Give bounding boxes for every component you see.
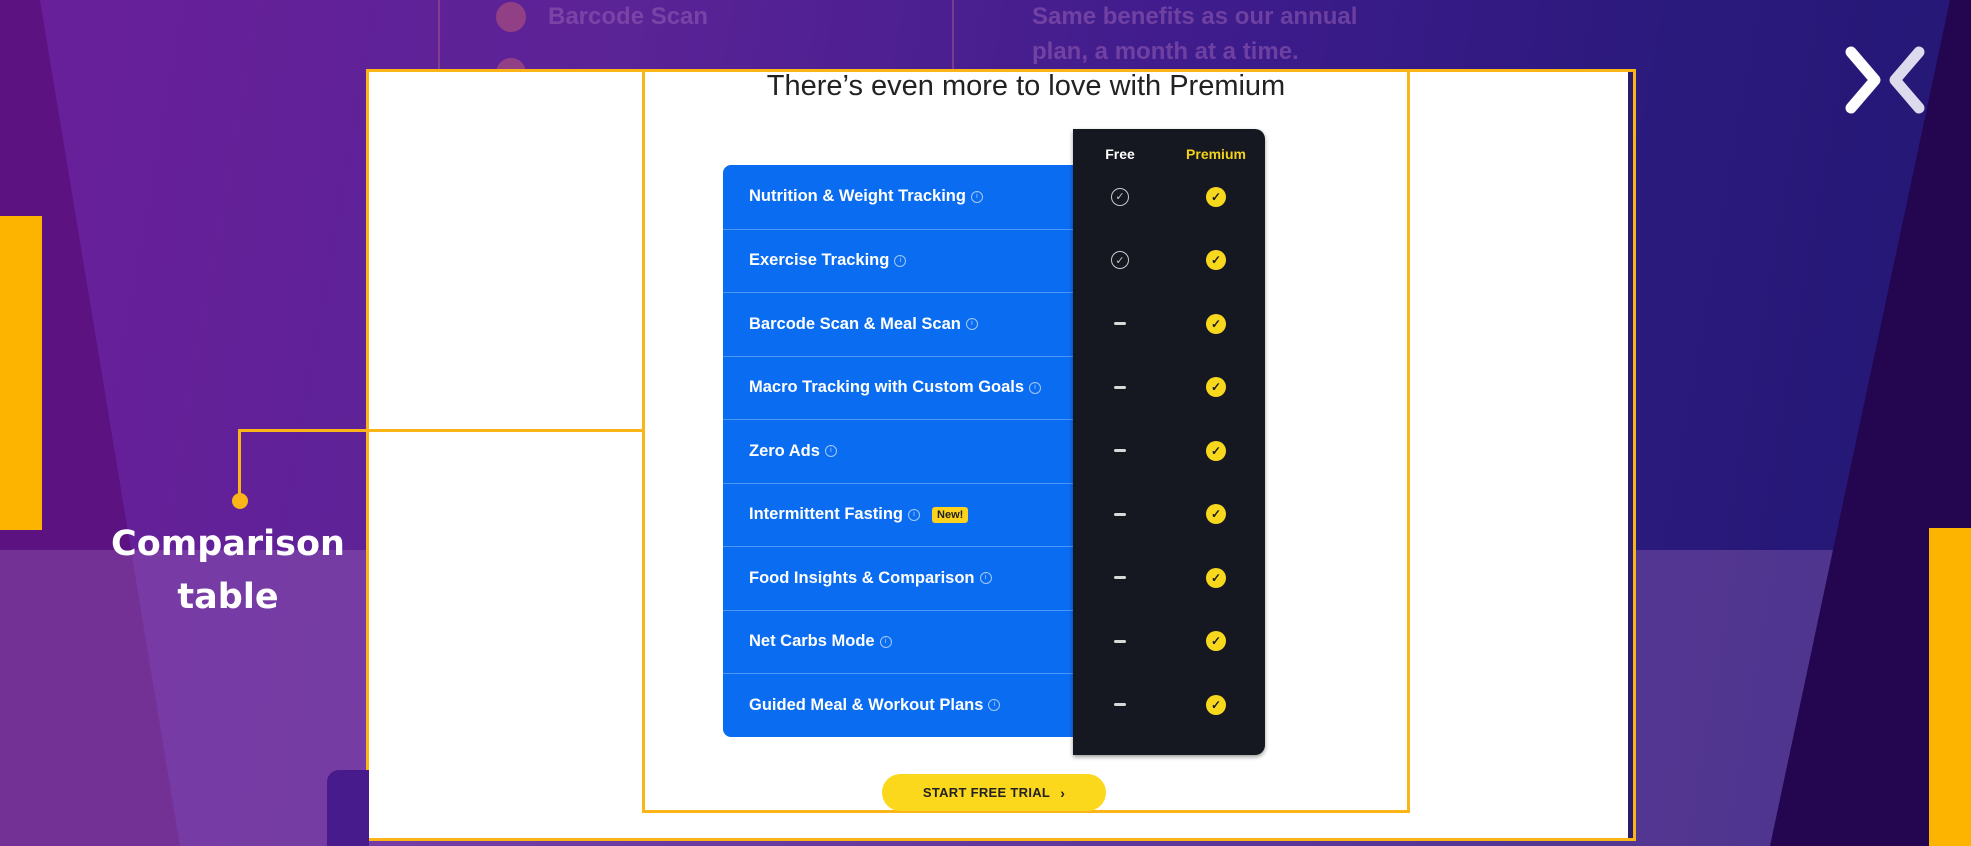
background-card-corner: [327, 770, 369, 846]
close-icon: [1845, 46, 1925, 114]
callout-label-line: Comparison: [111, 524, 345, 564]
callout-connector: [238, 429, 644, 432]
background-feature-text: Barcode Scan: [548, 3, 709, 30]
chevron-right-icon: ›: [1060, 784, 1066, 801]
background-divider: [952, 0, 954, 69]
highlight-frame: [642, 69, 1410, 813]
screenshot-edge: [1628, 72, 1633, 838]
background-description-line: plan, a month at a time.: [1032, 38, 1299, 65]
callout-connector: [238, 429, 241, 499]
decorative-yellow-bar-right: [1929, 528, 1971, 846]
callout-label: Comparison table: [100, 518, 356, 624]
background-divider: [438, 0, 440, 69]
callout-label-line: table: [177, 577, 279, 617]
background-check-icon: [496, 2, 526, 32]
cta-label: START FREE TRIAL: [922, 785, 1051, 800]
background-description-line: Same benefits as our annual: [1032, 3, 1358, 30]
callout-dot: [232, 493, 248, 509]
close-button[interactable]: [1845, 46, 1925, 126]
decorative-yellow-bar-left: [0, 216, 42, 530]
start-free-trial-button[interactable]: START FREE TRIAL ›: [882, 774, 1106, 811]
